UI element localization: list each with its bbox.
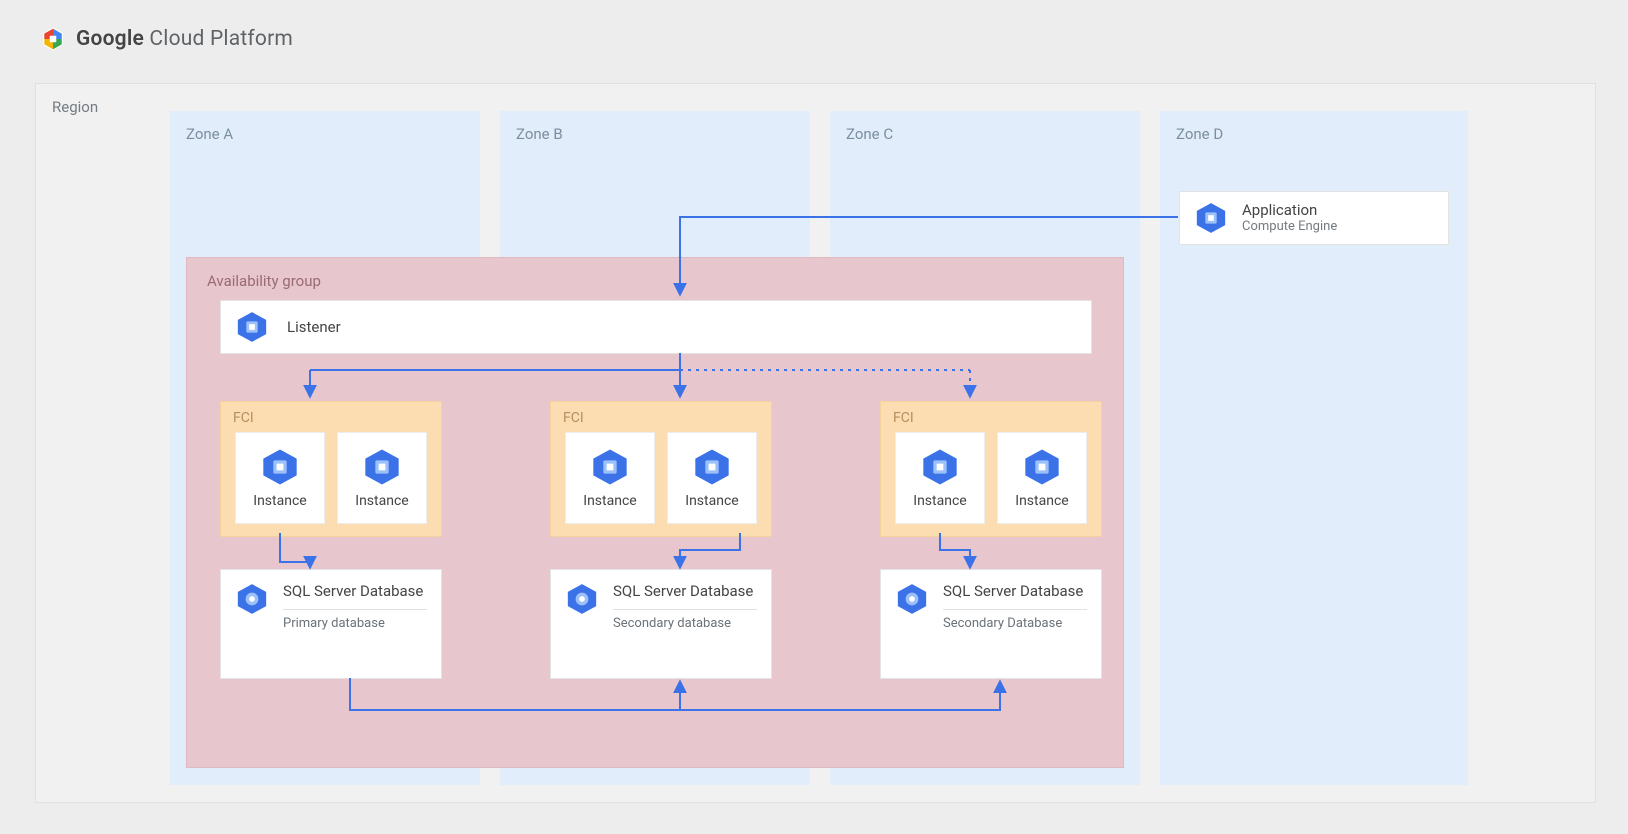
compute-icon: [260, 447, 300, 487]
fci-c-label: FCI: [893, 410, 914, 426]
brand-logo: Google Cloud Platform: [40, 26, 293, 52]
fci-c-instance-2: Instance: [997, 432, 1087, 524]
availability-group: Availability group Listener FCI Instance…: [186, 257, 1124, 768]
compute-icon: [1022, 447, 1062, 487]
fci-a-instance-2: Instance: [337, 432, 427, 524]
cloud-sql-icon: [565, 582, 599, 616]
availability-group-label: Availability group: [207, 272, 321, 290]
compute-icon: [920, 447, 960, 487]
application-card: Application Compute Engine: [1179, 191, 1449, 245]
brand-text: Google Cloud Platform: [76, 27, 293, 51]
instance-label: Instance: [355, 493, 408, 509]
instance-label: Instance: [1015, 493, 1068, 509]
zone-b-label: Zone B: [516, 125, 563, 143]
instance-label: Instance: [583, 493, 636, 509]
instance-label: Instance: [685, 493, 738, 509]
gcp-logo-icon: [40, 26, 66, 52]
compute-icon: [590, 447, 630, 487]
zone-d-label: Zone D: [1176, 125, 1223, 143]
fci-b-label: FCI: [563, 410, 584, 426]
fci-a-instance-1: Instance: [235, 432, 325, 524]
fci-a-label: FCI: [233, 410, 254, 426]
zone-a-label: Zone A: [186, 125, 233, 143]
zone-c-label: Zone C: [846, 125, 893, 143]
db-a: SQL Server Database Primary database: [220, 569, 442, 679]
region-box: Region Zone A Zone B Zone C Zone D Avail…: [35, 83, 1596, 803]
compute-icon: [692, 447, 732, 487]
db-c-role: Secondary Database: [943, 616, 1087, 631]
db-c: SQL Server Database Secondary Database: [880, 569, 1102, 679]
application-subtitle: Compute Engine: [1242, 219, 1337, 235]
db-b-title: SQL Server Database: [613, 582, 757, 601]
fci-c-instance-1: Instance: [895, 432, 985, 524]
instance-label: Instance: [253, 493, 306, 509]
db-b-role: Secondary database: [613, 616, 757, 631]
fci-b: FCI Instance Instance: [550, 401, 772, 537]
db-a-role: Primary database: [283, 616, 427, 631]
divider: [613, 609, 757, 610]
listener-card: Listener: [220, 300, 1092, 354]
db-c-title: SQL Server Database: [943, 582, 1087, 601]
compute-icon: [235, 310, 269, 344]
db-b: SQL Server Database Secondary database: [550, 569, 772, 679]
fci-b-instance-2: Instance: [667, 432, 757, 524]
fci-c: FCI Instance Instance: [880, 401, 1102, 537]
cloud-sql-icon: [895, 582, 929, 616]
fci-a: FCI Instance Instance: [220, 401, 442, 537]
region-label: Region: [52, 98, 98, 116]
application-title: Application: [1242, 201, 1337, 219]
instance-label: Instance: [913, 493, 966, 509]
compute-icon: [1194, 201, 1228, 235]
fci-b-instance-1: Instance: [565, 432, 655, 524]
cloud-sql-icon: [235, 582, 269, 616]
compute-icon: [362, 447, 402, 487]
divider: [943, 609, 1087, 610]
listener-label: Listener: [287, 318, 341, 336]
divider: [283, 609, 427, 610]
db-a-title: SQL Server Database: [283, 582, 427, 601]
